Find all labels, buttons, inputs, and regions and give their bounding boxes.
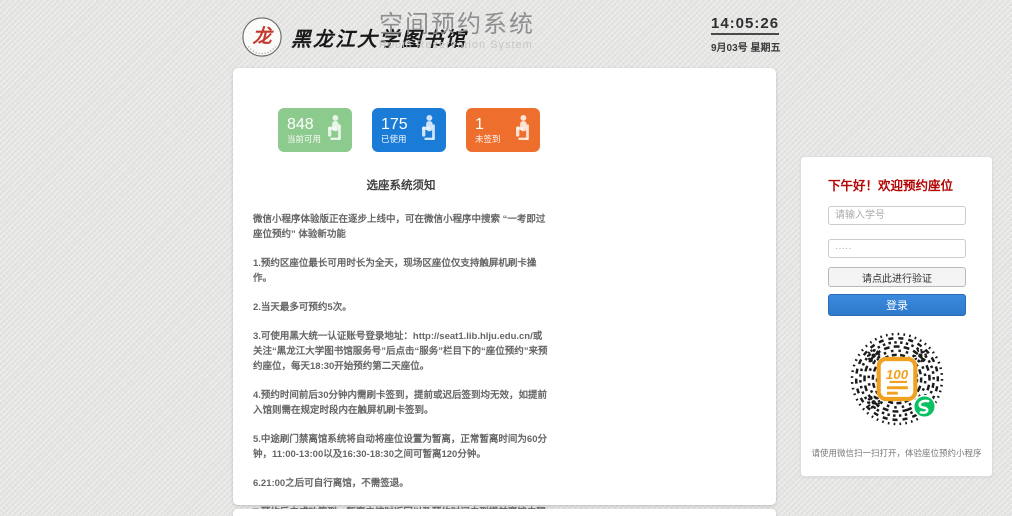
page: 龙 黑龙江大学图书馆 空间预约系统 Room Reservation Syste… — [0, 0, 1012, 516]
login-button[interactable]: 登录 — [828, 294, 966, 316]
svg-text:龙: 龙 — [252, 25, 274, 48]
footer-panel — [233, 509, 776, 516]
notice-item: 6.21:00之后可自行离馆，不需签退。 — [253, 476, 549, 491]
seated-person-icon — [511, 114, 533, 147]
available-count: 848 — [287, 116, 321, 134]
main-panel: 848 当前可用 — [233, 68, 776, 505]
notice-item: 4.预约时间前后30分钟内需刷卡签到，提前或迟后签到均无效，如提前入馆则需在规定… — [253, 388, 549, 418]
stat-card-in-use: 175 已使用 — [372, 108, 446, 152]
notice-intro: 微信小程序体验版正在逐步上线中，可在微信小程序中搜索 “一考即过座位预约” 体验… — [253, 212, 549, 242]
notice-item: 1.预约区座位最长可用时长为全天，现场区座位仅支持触屏机刷卡操作。 — [253, 256, 549, 286]
password-input[interactable] — [828, 239, 966, 258]
notice-item: 5.中途刷门禁离馆系统将自动将座位设置为暂离，正常暂离时间为60分钟，11:00… — [253, 432, 549, 462]
stats-row: 848 当前可用 — [253, 108, 553, 152]
qr-caption: 请使用微信扫一扫打开，体验座位预约小程序 — [801, 447, 992, 459]
clock-date: 9月03号 星期五 — [711, 39, 791, 54]
wechat-qr-icon: 100 — [847, 329, 947, 429]
not-checked-in-label: 未签到 — [475, 134, 501, 145]
in-use-label: 已使用 — [381, 134, 408, 145]
notice-title: 选座系统须知 — [253, 177, 549, 193]
not-checked-in-count: 1 — [475, 116, 501, 134]
stat-card-available: 848 当前可用 — [278, 108, 352, 152]
notice-item: 3.可使用黑大统一认证账号登录地址：http://seat1.lib.hlju.… — [253, 329, 549, 374]
login-card: 下午好！欢迎预约座位 请点此进行验证 登录 — [800, 156, 993, 477]
clock-time: 14:05:26 — [711, 15, 779, 35]
header: 龙 黑龙江大学图书馆 空间预约系统 Room Reservation Syste… — [233, 0, 793, 68]
wechat-mini-program-badge-icon — [913, 396, 935, 418]
notice-body: 微信小程序体验版正在逐步上线中，可在微信小程序中搜索 “一考即过座位预约” 体验… — [253, 212, 549, 516]
title-block: 空间预约系统 Room Reservation System — [379, 12, 535, 51]
seated-person-icon — [323, 114, 345, 147]
svg-text:100: 100 — [885, 367, 908, 382]
clock: 14:05:26 9月03号 星期五 — [711, 15, 791, 54]
mini-program-qr-code: 100 — [801, 329, 992, 434]
page-title: 空间预约系统 — [379, 12, 535, 38]
stat-card-not-checked-in: 1 未签到 — [466, 108, 540, 152]
page-subtitle: Room Reservation System — [379, 39, 535, 51]
captcha-verify-button[interactable]: 请点此进行验证 — [828, 267, 966, 287]
available-label: 当前可用 — [287, 134, 321, 145]
student-id-input[interactable] — [828, 206, 966, 225]
notice-column: 848 当前可用 — [253, 68, 553, 516]
seated-person-icon — [417, 114, 439, 147]
library-seal-icon: 龙 — [241, 16, 283, 58]
qr-center-logo-100: 100 — [878, 359, 915, 399]
notice-item: 2.当天最多可预约5次。 — [253, 300, 549, 315]
in-use-count: 175 — [381, 116, 408, 134]
greeting-text: 下午好！欢迎预约座位 — [828, 175, 953, 194]
